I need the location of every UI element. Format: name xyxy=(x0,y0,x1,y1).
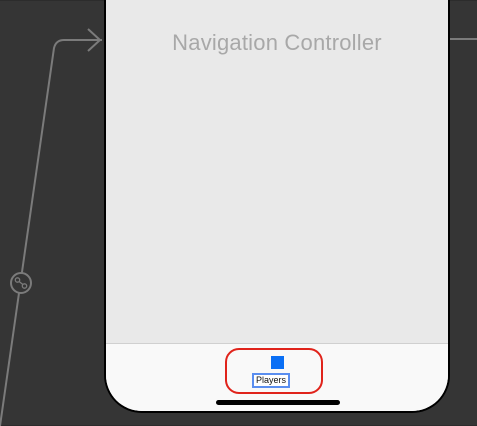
segue-line xyxy=(0,39,102,426)
square-icon xyxy=(271,356,284,369)
tab-bar-item-label[interactable]: Players xyxy=(252,373,291,388)
tab-bar[interactable]: Players xyxy=(106,343,448,411)
storyboard-canvas[interactable]: Navigation Controller Players xyxy=(0,0,477,426)
tab-bar-item-players[interactable]: Players xyxy=(225,348,323,394)
relationship-segue-icon[interactable] xyxy=(10,272,32,294)
home-indicator xyxy=(216,400,340,405)
scene-title: Navigation Controller xyxy=(172,30,382,55)
outgoing-segue-line xyxy=(450,38,477,40)
navigation-controller-scene[interactable]: Navigation Controller Players xyxy=(104,0,450,413)
